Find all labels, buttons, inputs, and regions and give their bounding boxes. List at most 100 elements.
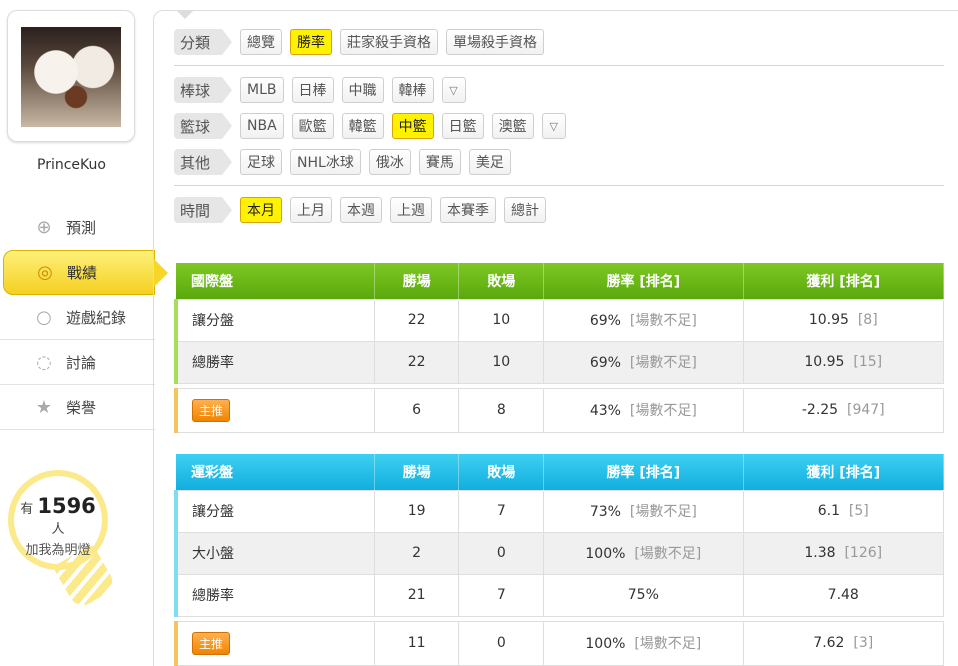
chip-horse-racing[interactable]: 賽馬 <box>418 149 461 175</box>
nav-item-honor[interactable]: ★ 榮譽 <box>0 385 155 430</box>
crosshair-icon: ⊕ <box>36 217 52 238</box>
row-type: 讓分盤 <box>173 489 375 533</box>
chip-nbl[interactable]: 澳籃 <box>491 113 534 139</box>
filter-label: 分類 <box>174 29 233 55</box>
nav-label: 榮譽 <box>66 398 97 417</box>
medal-icon: ★ <box>35 396 53 418</box>
filter-basketball: 籃球 NBA 歐籃 韓籃 中籃 日籃 澳籃 ▽ <box>174 113 574 139</box>
table-row: 總勝率 22 10 69% [場數不足] 10.95 [15] <box>173 340 945 384</box>
chat-icon: ◌ <box>36 351 52 373</box>
col-type: 運彩盤 <box>176 454 375 490</box>
row-loss: 7 <box>458 489 545 533</box>
filter-others: 其他 足球 NHL冰球 俄冰 賽馬 美足 <box>174 149 519 175</box>
table-header: 國際盤 勝場 敗場 勝率 [排名] 獲利 [排名] <box>176 263 945 299</box>
avatar-frame <box>7 10 135 142</box>
chip-khl[interactable]: 俄冰 <box>368 149 411 175</box>
row-rate: 73% [場數不足] <box>543 489 744 533</box>
chip-nba[interactable]: NBA <box>240 113 284 139</box>
col-loss: 敗場 <box>458 454 545 490</box>
chip-jbl[interactable]: 日籃 <box>441 113 484 139</box>
filter-label: 棒球 <box>174 77 233 103</box>
chip-this-season[interactable]: 本賽季 <box>440 197 497 223</box>
filter-category: 分類 總覽 勝率 莊家殺手資格 單場殺手資格 <box>174 29 552 55</box>
nav-item-game-log[interactable]: ○ 遊戲紀錄 <box>0 295 155 340</box>
fans-count: 1596 <box>37 494 96 518</box>
col-type: 國際盤 <box>176 263 375 299</box>
row-profit: -2.25 [947] <box>742 387 945 433</box>
row-profit: 10.95 [8] <box>742 298 945 342</box>
chip-euroleague[interactable]: 歐籃 <box>291 113 334 139</box>
col-win: 勝場 <box>374 263 460 299</box>
row-win: 6 <box>373 387 460 433</box>
sidebar-nav: ⊕ 預測 ◎ 戰績 ○ 遊戲紀錄 ◌ 討論 ★ 榮譽 <box>0 205 168 430</box>
fans-count-line: 有 1596 人 <box>20 494 96 537</box>
row-win: 22 <box>373 340 460 384</box>
chip-single-killer[interactable]: 單場殺手資格 <box>446 29 545 55</box>
featured-badge[interactable]: 主推 <box>192 631 231 655</box>
row-rate: 43% [場數不足] <box>543 387 744 433</box>
featured-row: 主推 6 8 43% [場數不足] -2.25 [947] <box>173 387 945 433</box>
divider <box>174 185 944 186</box>
nav-item-discussion[interactable]: ◌ 討論 <box>0 340 155 385</box>
row-type: 大小盤 <box>173 531 375 575</box>
row-profit: 7.48 <box>742 573 945 617</box>
row-type: 讓分盤 <box>173 298 375 342</box>
row-type: 主推 <box>173 620 375 666</box>
sportslottery-table: 運彩盤 勝場 敗場 勝率 [排名] 獲利 [排名] 讓分盤 19 7 73% [… <box>173 454 945 666</box>
row-profit: 7.62 [3] <box>742 620 945 666</box>
chip-last-month[interactable]: 上月 <box>290 197 333 223</box>
chip-cba[interactable]: 中籃 <box>391 113 434 139</box>
chip-win-rate[interactable]: 勝率 <box>290 29 333 55</box>
divider <box>174 65 944 66</box>
col-loss: 敗場 <box>458 263 545 299</box>
chip-this-month[interactable]: 本月 <box>240 197 283 223</box>
chip-mlb[interactable]: MLB <box>240 77 284 103</box>
row-rate: 75% <box>543 573 744 617</box>
nav-item-predict[interactable]: ⊕ 預測 <box>0 205 155 250</box>
chip-total[interactable]: 總計 <box>504 197 547 223</box>
chip-this-week[interactable]: 本週 <box>340 197 383 223</box>
chip-nfl[interactable]: 美足 <box>468 149 511 175</box>
row-win: 11 <box>373 620 460 666</box>
chevron-down-icon[interactable]: ▽ <box>541 113 566 139</box>
chip-banker-killer[interactable]: 莊家殺手資格 <box>340 29 439 55</box>
chip-cpbl[interactable]: 中職 <box>341 77 384 103</box>
chip-last-week[interactable]: 上週 <box>390 197 433 223</box>
row-type: 總勝率 <box>173 573 375 617</box>
row-win: 21 <box>373 573 460 617</box>
filter-label: 籃球 <box>174 113 233 139</box>
chevron-down-icon[interactable]: ▽ <box>441 77 466 103</box>
circle-icon: ○ <box>36 306 52 328</box>
chip-kbl[interactable]: 韓籃 <box>341 113 384 139</box>
fans-caption: 加我為明燈 <box>25 543 91 558</box>
nav-item-record[interactable]: ◎ 戰績 <box>3 250 168 295</box>
chip-nhl[interactable]: NHL冰球 <box>290 149 361 175</box>
col-rate: 勝率 [排名] <box>543 263 744 299</box>
table-row: 讓分盤 22 10 69% [場數不足] 10.95 [8] <box>173 298 945 342</box>
row-type: 總勝率 <box>173 340 375 384</box>
row-rate: 100% [場數不足] <box>543 531 744 575</box>
chip-overview[interactable]: 總覽 <box>240 29 283 55</box>
col-win: 勝場 <box>374 454 460 490</box>
row-win: 2 <box>373 531 460 575</box>
row-rate: 69% [場數不足] <box>543 340 744 384</box>
avatar[interactable] <box>21 27 121 127</box>
featured-badge[interactable]: 主推 <box>192 398 231 422</box>
chip-soccer[interactable]: 足球 <box>240 149 283 175</box>
row-win: 22 <box>373 298 460 342</box>
row-loss: 0 <box>458 531 545 575</box>
nav-label: 戰績 <box>67 264 98 282</box>
row-profit: 6.1 [5] <box>742 489 945 533</box>
chip-npb[interactable]: 日棒 <box>291 77 334 103</box>
row-profit: 10.95 [15] <box>742 340 945 384</box>
chip-kbo[interactable]: 韓棒 <box>391 77 434 103</box>
filter-label: 時間 <box>174 197 233 223</box>
table-header: 運彩盤 勝場 敗場 勝率 [排名] 獲利 [排名] <box>176 454 945 490</box>
filter-baseball: 棒球 MLB 日棒 中職 韓棒 ▽ <box>174 77 474 103</box>
row-loss: 0 <box>458 620 545 666</box>
username[interactable]: PrinceKuo <box>0 157 143 173</box>
row-loss: 8 <box>458 387 545 433</box>
table-row: 大小盤 2 0 100% [場數不足] 1.38 [126] <box>173 531 945 575</box>
fans-lightbulb[interactable]: 有 1596 人 加我為明燈 <box>8 470 108 570</box>
sidebar: PrinceKuo ⊕ 預測 ◎ 戰績 ○ 遊戲紀錄 ◌ 討論 ★ 榮譽 有 1… <box>0 0 168 666</box>
